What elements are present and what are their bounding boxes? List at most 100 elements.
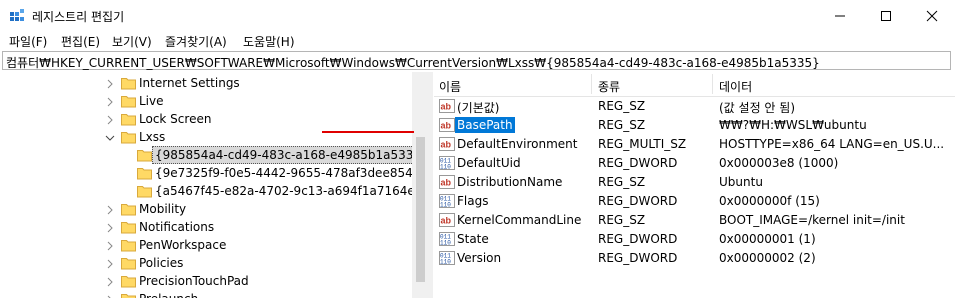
maximize-button[interactable] (863, 0, 909, 31)
value-list: 이름 종류 데이터 ab (기본값) REG_SZ (값 설정 안 됨) ab BaseP… (434, 72, 955, 298)
tree-item[interactable]: {9e7325f9-f0e5-4442-9655-478af3dee854} (2, 164, 420, 182)
tree-item[interactable]: Live (2, 92, 412, 110)
key-tree: Internet Settings Live Lock Screen Lxss {985… (2, 72, 429, 298)
tree-item[interactable]: Mobility (2, 200, 412, 218)
chevron-right-icon[interactable] (105, 96, 115, 107)
tree-item[interactable]: Internet Settings (2, 74, 412, 92)
value-data: 0x0000000f (15) (719, 194, 820, 208)
value-row[interactable]: ab KernelCommandLine REG_SZ BOOT_IMAGE=/ker… (434, 211, 955, 230)
column-divider[interactable] (712, 74, 713, 94)
chevron-right-icon[interactable] (105, 240, 115, 251)
tree-scrollbar[interactable] (412, 72, 429, 298)
tree-item-label: Lxss (139, 130, 166, 144)
chevron-right-icon[interactable] (105, 78, 115, 89)
menu-bar: 파일(F) 편집(E) 보기(V) 즐겨찾기(A) 도움말(H) (0, 31, 955, 51)
folder-icon (121, 257, 136, 270)
value-type: REG_SZ (598, 99, 646, 113)
tree-item[interactable]: Lock Screen (2, 110, 412, 128)
folder-icon (121, 275, 136, 288)
value-row[interactable]: ab DefaultEnvironment REG_MULTI_SZ HOSTTYPE… (434, 135, 955, 154)
value-type: REG_SZ (598, 213, 646, 227)
tree-item[interactable]: {985854a4-cd49-483c-a168-e4985b1a5335} (2, 146, 428, 164)
value-name: DistributionName (457, 175, 563, 189)
folder-icon (121, 239, 136, 252)
registry-editor-icon (10, 9, 24, 21)
close-icon (926, 10, 938, 21)
minimize-button[interactable] (817, 0, 863, 31)
value-row[interactable]: ab DistributionName REG_SZ Ubuntu (434, 173, 955, 192)
tree-item-label: Lock Screen (139, 112, 212, 126)
window-title: 레지스트리 편집기 (32, 10, 125, 24)
chevron-right-icon[interactable] (105, 114, 115, 125)
tree-item-label: {985854a4-cd49-483c-a168-e4985b1a5335} (152, 146, 428, 164)
value-data: 0x000003e8 (1000) (719, 156, 839, 170)
tree-item-label: {9e7325f9-f0e5-4442-9655-478af3dee854} (155, 166, 421, 180)
column-data[interactable]: 데이터 (719, 78, 752, 95)
value-name: Flags (457, 194, 489, 208)
tree-item[interactable]: PrecisionTouchPad (2, 272, 412, 290)
svg-text:110: 110 (440, 259, 451, 266)
column-header: 이름 종류 데이터 (434, 72, 955, 97)
chevron-right-icon[interactable] (105, 294, 115, 298)
title-bar: 레지스트리 편집기 (0, 0, 955, 31)
tree-item-label: Live (139, 94, 164, 108)
value-type: REG_SZ (598, 175, 646, 189)
scrollbar-thumb[interactable] (416, 137, 425, 282)
value-name: State (457, 232, 489, 246)
svg-text:ab: ab (441, 178, 452, 188)
chevron-right-icon[interactable] (105, 276, 115, 287)
binary-value-icon: 011 110 (439, 156, 455, 171)
folder-icon (121, 203, 136, 216)
svg-text:ab: ab (441, 121, 452, 131)
tree-item[interactable]: PenWorkspace (2, 236, 412, 254)
maximize-icon (881, 10, 891, 21)
value-row[interactable]: 011 110 Flags REG_DWORD 0x0000000f (15) (434, 192, 955, 211)
column-divider[interactable] (591, 74, 592, 94)
tree-item-label: {a5467f45-e82a-4702-9c13-a694f1a7164e} (155, 184, 423, 198)
value-data: ₩₩?₩H:₩WSL₩ubuntu (719, 118, 867, 132)
value-name: KernelCommandLine (457, 213, 582, 227)
value-data: BOOT_IMAGE=/kernel init=/init (719, 213, 905, 227)
address-bar[interactable]: 컴퓨터₩HKEY_CURRENT_USER₩SOFTWARE₩Microsoft… (2, 51, 951, 70)
svg-text:ab: ab (441, 140, 452, 150)
binary-value-icon: 011 110 (439, 232, 455, 247)
value-name: Version (457, 251, 502, 265)
tree-item[interactable]: {a5467f45-e82a-4702-9c13-a694f1a7164e} (2, 182, 422, 200)
chevron-right-icon[interactable] (105, 204, 115, 215)
value-type: REG_DWORD (598, 232, 678, 246)
chevron-right-icon[interactable] (105, 222, 115, 233)
tree-item-label: Internet Settings (139, 76, 240, 90)
minimize-icon (835, 15, 845, 16)
value-row[interactable]: 011 110 Version REG_DWORD 0x00000002 (2) (434, 249, 955, 268)
folder-icon (121, 77, 136, 90)
value-type: REG_DWORD (598, 156, 678, 170)
chevron-down-icon[interactable] (105, 132, 115, 142)
folder-icon (137, 149, 152, 162)
value-data: HOSTTYPE=x86_64 LANG=en_US.U... (719, 137, 945, 151)
value-row[interactable]: ab BasePath REG_SZ ₩₩?₩H:₩WSL₩ubuntu (434, 116, 955, 135)
pane-splitter[interactable] (429, 72, 433, 298)
chevron-right-icon[interactable] (105, 258, 115, 269)
menu-favorites[interactable]: 즐겨찾기(A) (165, 33, 227, 50)
string-value-icon: ab (439, 213, 455, 227)
folder-icon (121, 293, 136, 298)
value-name: (기본값) (457, 101, 500, 115)
column-name[interactable]: 이름 (439, 78, 461, 95)
close-button[interactable] (909, 0, 955, 31)
value-row[interactable]: ab (기본값) REG_SZ (값 설정 안 됨) (434, 97, 955, 116)
value-row[interactable]: 011 110 DefaultUid REG_DWORD 0x000003e8 (100… (434, 154, 955, 173)
menu-help[interactable]: 도움말(H) (243, 33, 295, 50)
tree-item-label: Policies (139, 256, 184, 270)
column-type[interactable]: 종류 (598, 78, 620, 95)
tree-item[interactable]: Prelaunch (2, 290, 412, 298)
svg-text:110: 110 (440, 202, 451, 209)
folder-icon (137, 185, 152, 198)
menu-view[interactable]: 보기(V) (112, 33, 152, 50)
tree-item[interactable]: Policies (2, 254, 412, 272)
value-data: Ubuntu (719, 175, 763, 189)
menu-edit[interactable]: 편집(E) (61, 33, 100, 50)
value-type: REG_DWORD (598, 194, 678, 208)
value-row[interactable]: 011 110 State REG_DWORD 0x00000001 (1) (434, 230, 955, 249)
menu-file[interactable]: 파일(F) (9, 33, 47, 50)
tree-item[interactable]: Notifications (2, 218, 412, 236)
